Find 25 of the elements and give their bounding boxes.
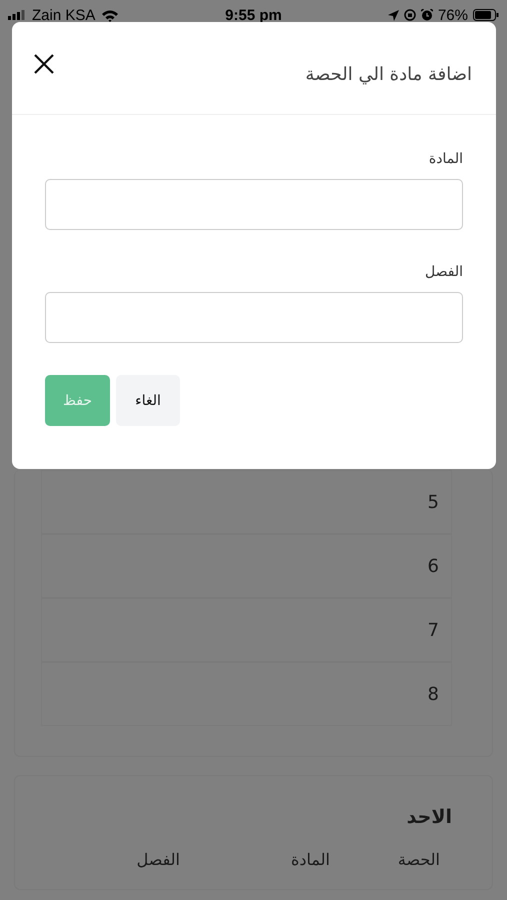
carrier-name: Zain KSA (32, 6, 96, 24)
status-time: 9:55 pm (225, 6, 282, 24)
column-header: الحصة (396, 850, 440, 869)
cancel-button[interactable]: الغاء (116, 375, 180, 426)
input-field[interactable] (45, 292, 463, 343)
column-header: الفصل (136, 850, 180, 869)
battery-percent: 76% (438, 6, 468, 24)
rotation-lock-icon (404, 9, 416, 21)
input-field[interactable] (45, 179, 463, 230)
column-header: المادة (290, 850, 330, 869)
period-number: 8 (428, 684, 439, 704)
signal-icon (8, 10, 26, 20)
dialog-title: اضافة مادة الي الحصة (305, 64, 472, 84)
wifi-icon (101, 8, 120, 22)
period-number: 6 (428, 556, 439, 576)
close-icon (34, 54, 54, 74)
battery-icon (472, 9, 499, 21)
location-arrow-icon (388, 10, 399, 20)
field-label: الفصل (424, 264, 463, 280)
day-title: الاحد (406, 806, 452, 828)
period-number: 5 (428, 492, 439, 512)
period-number: 7 (428, 620, 439, 640)
field-label: المادة (428, 151, 463, 167)
close-button[interactable] (34, 54, 54, 74)
alarm-icon (420, 9, 433, 21)
